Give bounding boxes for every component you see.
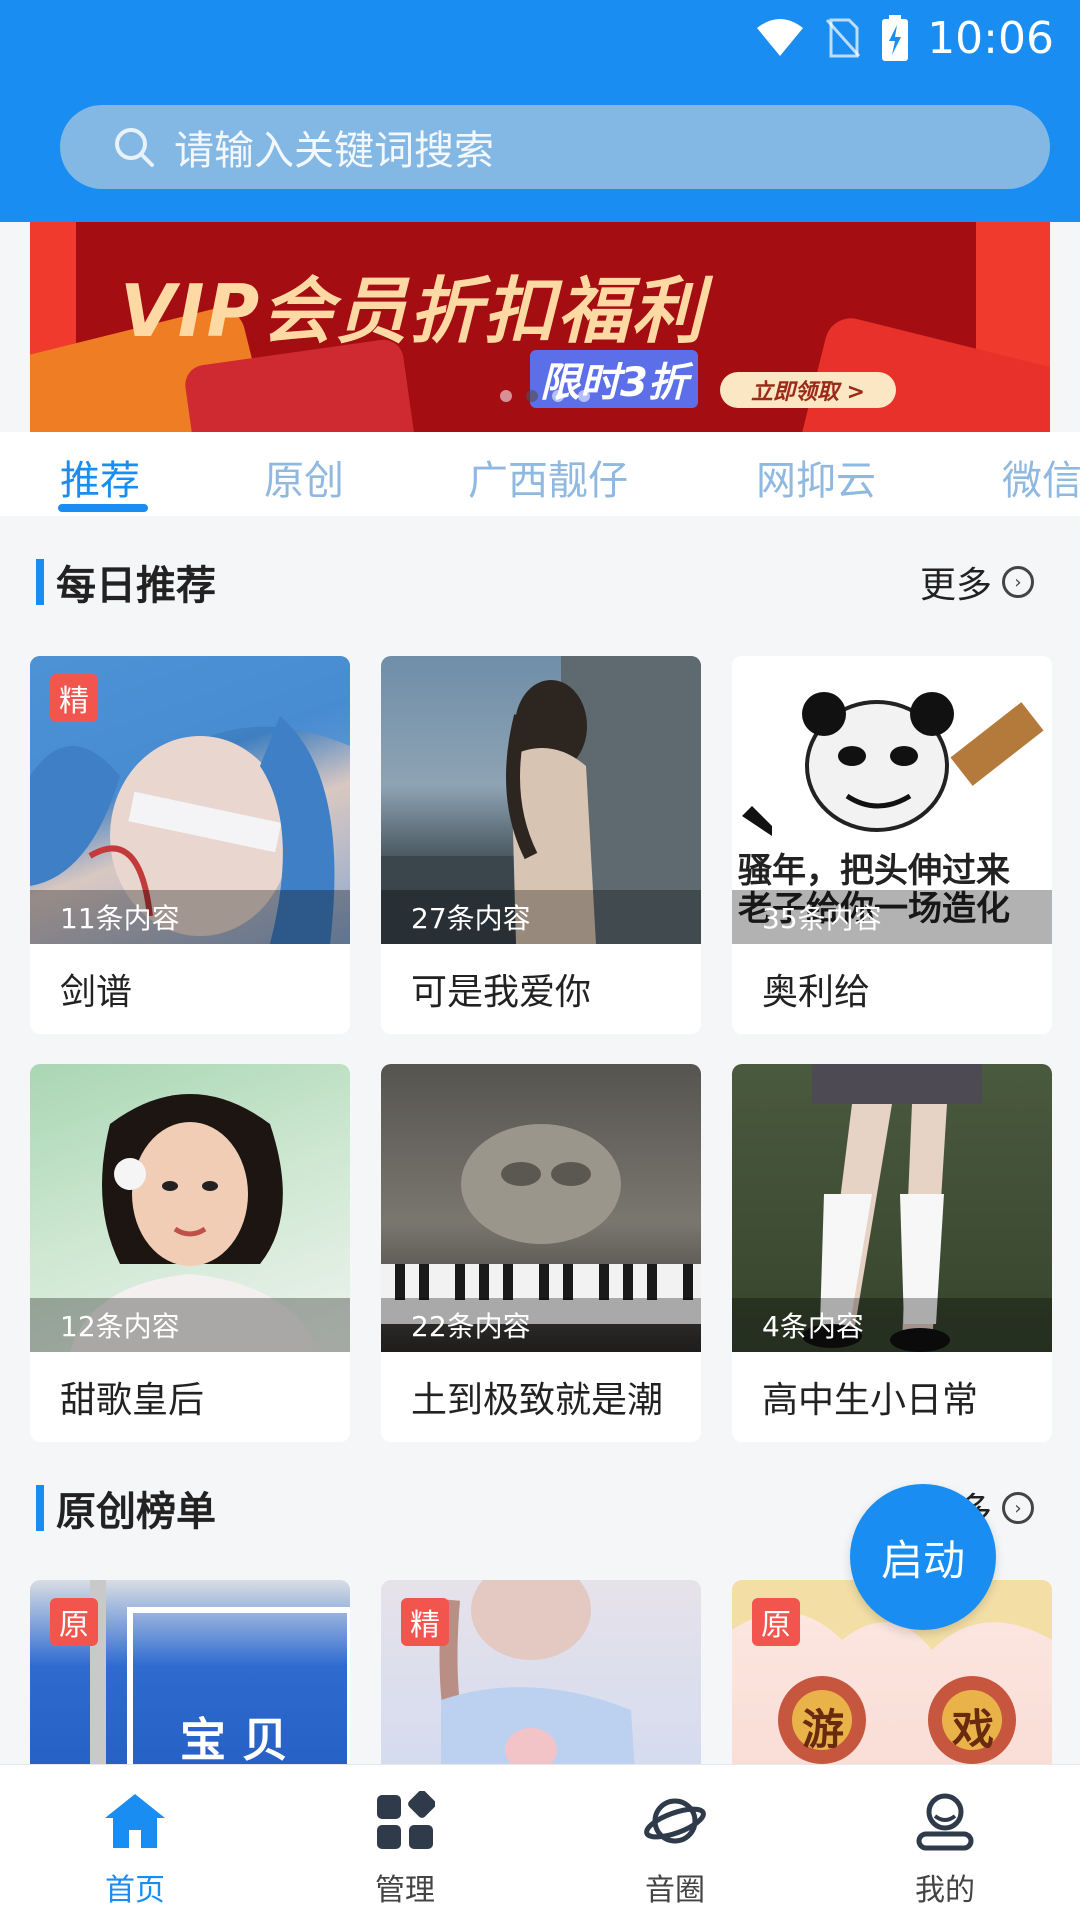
nav-manage[interactable]: 管理 — [270, 1765, 540, 1920]
card-name: 甜歌皇后 — [60, 1380, 205, 1421]
nav-label: 首页 — [105, 1873, 165, 1908]
search-input[interactable]: 请输入关键词搜索 — [60, 105, 1050, 189]
playlist-card[interactable]: 精 11条内容 剑谱 — [30, 656, 350, 1034]
card-count: 11条内容 — [30, 890, 350, 944]
sign-text: 宝 贝 — [180, 1713, 289, 1767]
banner-cta-button[interactable]: 立即领取 > — [720, 372, 896, 408]
nav-label: 我的 — [915, 1873, 975, 1908]
search-placeholder: 请输入关键词搜索 — [174, 128, 494, 174]
carousel-dot[interactable] — [578, 390, 590, 402]
section-accent-bar — [36, 1485, 44, 1531]
carousel-dot-active[interactable] — [526, 390, 538, 402]
carousel-dot[interactable] — [552, 390, 564, 402]
nav-label: 管理 — [375, 1873, 435, 1908]
eye-text-right: 戏 — [952, 1705, 995, 1754]
section-daily-title: 每日推荐 — [36, 558, 216, 609]
card-thumbnail: 12条内容 — [30, 1064, 350, 1352]
nav-mine[interactable]: 我的 — [810, 1765, 1080, 1920]
wifi-icon — [757, 19, 804, 56]
battery-icon — [882, 15, 909, 61]
daily-more-button[interactable]: 更多 › — [920, 558, 1034, 606]
home-icon — [99, 1785, 171, 1857]
tab-wechat[interactable]: 微信 — [1002, 448, 1080, 506]
card-thumbnail: 22条内容 — [381, 1064, 701, 1352]
status-bar: 10:06 — [755, 6, 1054, 70]
card-name: 可是我爱你 — [411, 972, 592, 1013]
more-label: 更多 — [919, 565, 992, 606]
eye-text-left: 游 — [802, 1705, 845, 1754]
card-name: 奥利给 — [762, 972, 871, 1013]
search-icon — [115, 128, 154, 167]
card-count: 27条内容 — [381, 890, 701, 944]
chevron-right-icon: › — [1002, 1492, 1034, 1524]
playlist-card[interactable]: 骚年，把头伸过来 老子给你一场造化 35条内容 奥利给 — [732, 656, 1052, 1034]
card-thumbnail: 精 11条内容 — [30, 656, 350, 944]
category-tabs: 推荐 原创 广西靓仔 网抑云 微信 — [0, 432, 1080, 516]
section-title-text: 每日推荐 — [56, 563, 216, 609]
card-badge: 原 — [50, 1598, 98, 1646]
tab-wangyiyun[interactable]: 网抑云 — [756, 448, 876, 506]
banner-title: VIP会员折扣福利 — [120, 269, 706, 353]
card-thumbnail: 4条内容 — [732, 1064, 1052, 1352]
card-badge: 精 — [401, 1598, 449, 1646]
card-count: 22条内容 — [381, 1298, 701, 1352]
grid-icon — [369, 1785, 441, 1857]
playlist-card[interactable]: 27条内容 可是我爱你 — [381, 656, 701, 1034]
carousel-dots — [500, 390, 590, 402]
section-accent-bar — [36, 559, 44, 605]
bottom-nav: 首页 管理 音圈 我的 — [0, 1764, 1080, 1920]
promo-banner[interactable]: VIP会员折扣福利 限时3折 立即领取 > — [30, 222, 1050, 432]
tab-original[interactable]: 原创 — [264, 448, 344, 506]
section-title-text: 原创榜单 — [56, 1489, 216, 1535]
card-thumbnail: 骚年，把头伸过来 老子给你一场造化 35条内容 — [732, 656, 1052, 944]
nav-home[interactable]: 首页 — [0, 1765, 270, 1920]
section-original-title: 原创榜单 — [36, 1484, 216, 1535]
nav-circle[interactable]: 音圈 — [540, 1765, 810, 1920]
tab-indicator — [58, 504, 148, 512]
card-badge: 精 — [50, 674, 98, 722]
status-time: 10:06 — [927, 12, 1054, 64]
card-thumbnail: 27条内容 — [381, 656, 701, 944]
card-count: 4条内容 — [732, 1298, 1052, 1352]
header: 10:06 请输入关键词搜索 — [0, 0, 1080, 222]
no-sim-icon — [826, 18, 861, 58]
chevron-right-icon: › — [1002, 566, 1034, 598]
tab-recommend[interactable]: 推荐 — [60, 448, 140, 506]
card-name: 剑谱 — [60, 972, 133, 1013]
card-count: 35条内容 — [732, 890, 1052, 944]
user-icon — [909, 1785, 981, 1857]
card-name: 高中生小日常 — [762, 1380, 979, 1421]
card-name: 土到极致就是潮 — [411, 1380, 664, 1421]
playlist-card[interactable]: 4条内容 高中生小日常 — [732, 1064, 1052, 1442]
start-fab-button[interactable]: 启动 — [850, 1484, 996, 1630]
planet-icon — [639, 1785, 711, 1857]
playlist-card[interactable]: 12条内容 甜歌皇后 — [30, 1064, 350, 1442]
nav-label: 音圈 — [645, 1873, 705, 1908]
playlist-card[interactable]: 22条内容 土到极致就是潮 — [381, 1064, 701, 1442]
card-count: 12条内容 — [30, 1298, 350, 1352]
card-badge: 原 — [752, 1598, 800, 1646]
tab-guangxi[interactable]: 广西靓仔 — [468, 448, 628, 506]
app-root: { "status_bar": { "time": "10:06" }, "se… — [0, 0, 1080, 1920]
carousel-dot[interactable] — [500, 390, 512, 402]
